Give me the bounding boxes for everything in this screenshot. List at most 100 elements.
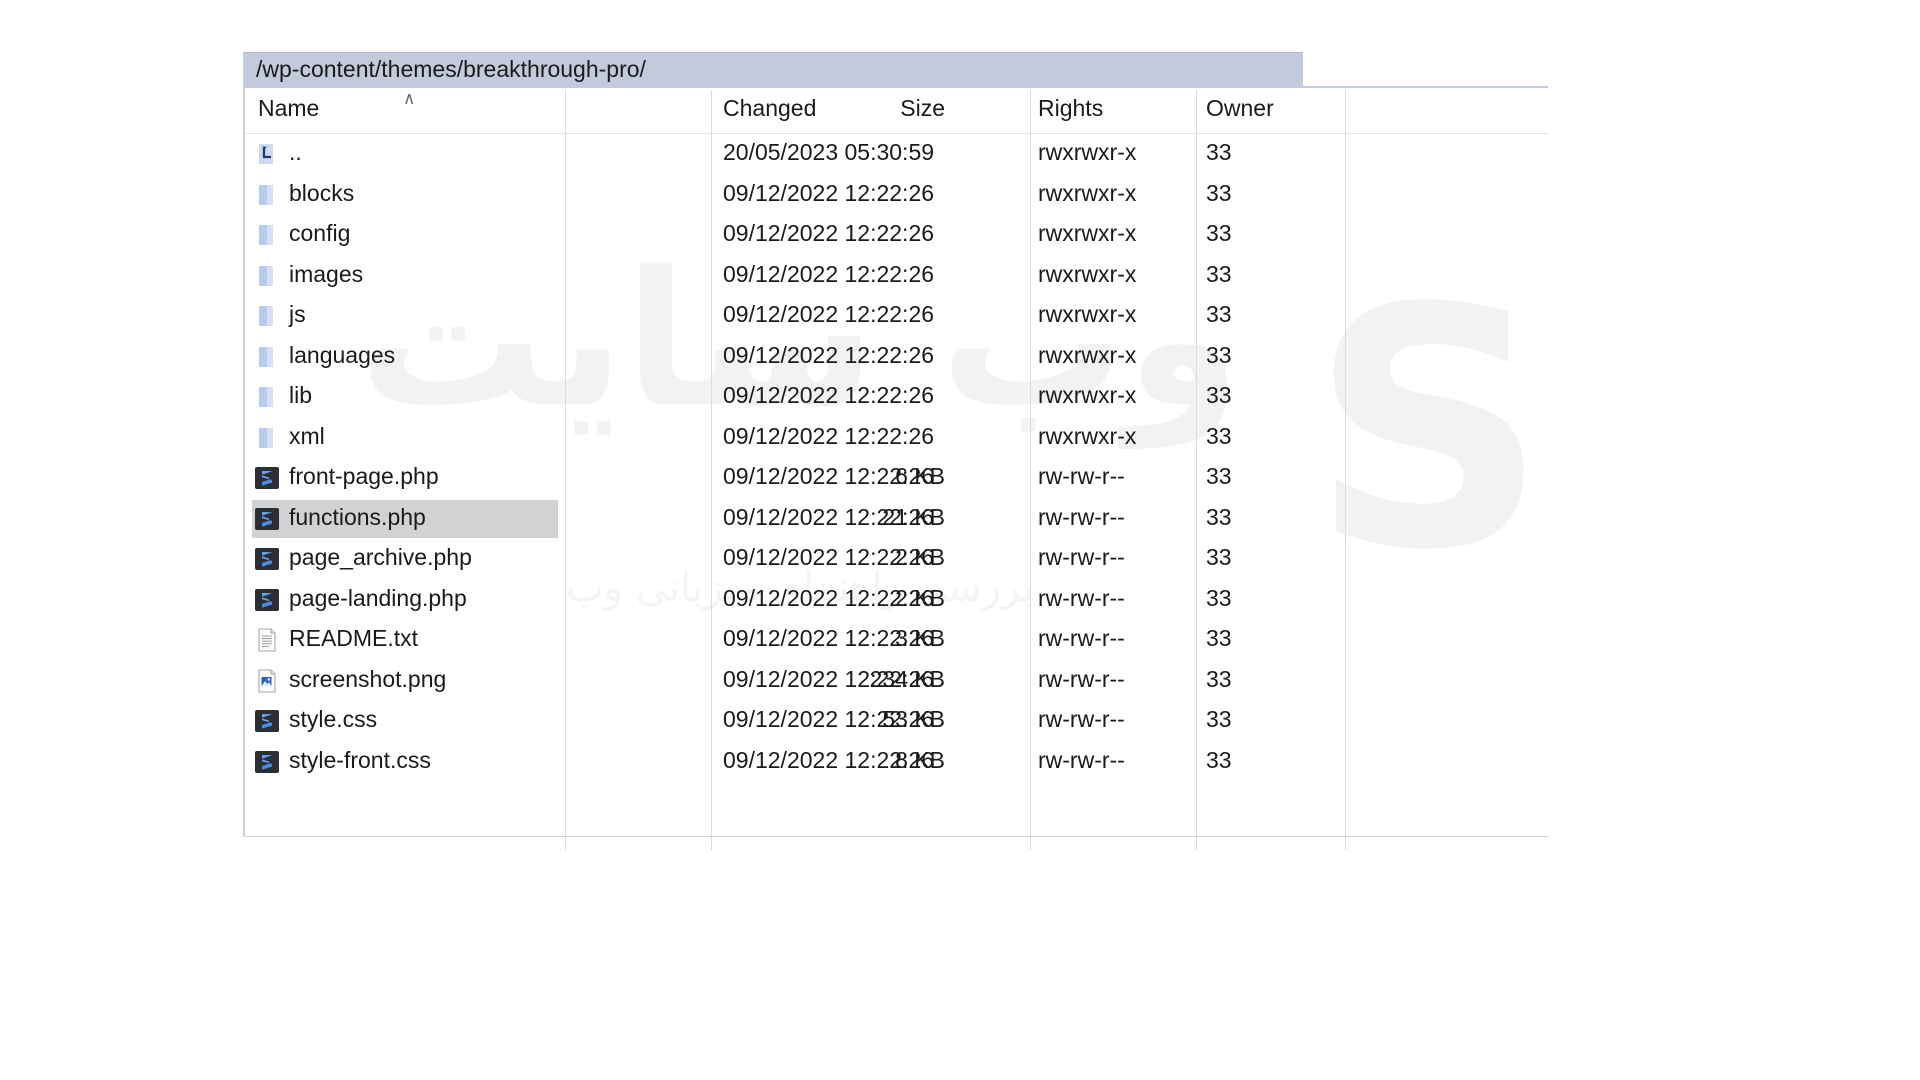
- file-name-cell[interactable]: languages: [289, 342, 395, 369]
- file-rights-cell: rwxrwxr-x: [1038, 260, 1137, 287]
- file-owner-cell: 33: [1206, 179, 1232, 206]
- file-row[interactable]: functions.php 21 KB 09/12/2022 12:22:26 rw-…: [243, 499, 1548, 540]
- file-name-cell[interactable]: ..: [289, 139, 302, 166]
- sublime-file-icon: [254, 465, 280, 491]
- file-owner-cell: 33: [1206, 544, 1232, 570]
- file-owner-cell: 33: [1206, 382, 1232, 408]
- file-changed-cell: 09/12/2022 12:22:26: [723, 463, 935, 489]
- folder-icon: [254, 384, 280, 410]
- image-file-icon: [254, 668, 280, 694]
- folder-icon: [254, 303, 280, 329]
- file-name-cell[interactable]: js: [289, 301, 306, 328]
- file-changed-cell: 09/12/2022 12:22:26: [723, 746, 935, 773]
- text-file-icon: [254, 627, 280, 653]
- file-name-cell[interactable]: style-front.css: [289, 747, 431, 774]
- file-name-cell[interactable]: front-page.php: [289, 463, 439, 490]
- file-changed-cell: 09/12/2022 12:22:26: [723, 382, 935, 408]
- file-changed-cell: 09/12/2022 12:22:26: [723, 220, 935, 246]
- sublime-file-icon: [254, 546, 280, 572]
- file-rights-cell: rwxrwxr-x: [1038, 341, 1137, 368]
- file-row[interactable]: images 09/12/2022 12:22:26 rwxrwxr-x 33: [243, 256, 1548, 297]
- file-row[interactable]: blocks 09/12/2022 12:22:26 rwxrwxr-x 33: [243, 175, 1548, 216]
- file-name-cell[interactable]: xml: [289, 423, 325, 450]
- file-rights-cell: rw-rw-r--: [1038, 625, 1125, 651]
- file-changed-cell: 20/05/2023 05:30:59: [723, 139, 935, 165]
- file-row[interactable]: xml 09/12/2022 12:22:26 rwxrwxr-x 33: [243, 418, 1548, 459]
- file-changed-cell: 09/12/2022 12:22:26: [723, 706, 935, 732]
- file-changed-cell: 09/12/2022 12:22:26: [723, 503, 935, 530]
- file-row[interactable]: style-front.css 8 KB 09/12/2022 12:22:26 rw…: [243, 742, 1548, 783]
- sublime-file-icon: [254, 587, 280, 613]
- file-row[interactable]: page-landing.php 2 KB 09/12/2022 12:22:26 r…: [243, 580, 1548, 621]
- column-header-row: Name ∧ Size Changed Rights Owner: [243, 88, 1548, 134]
- column-header-rights[interactable]: Rights: [1038, 95, 1103, 122]
- file-rights-cell: rw-rw-r--: [1038, 503, 1125, 530]
- sublime-file-icon: [254, 506, 280, 532]
- file-rights-cell: rwxrwxr-x: [1038, 179, 1137, 206]
- file-owner-cell: 33: [1206, 746, 1232, 773]
- column-header-changed[interactable]: Changed: [723, 95, 816, 122]
- file-rights-cell: rwxrwxr-x: [1038, 301, 1137, 327]
- file-name-cell[interactable]: page_archive.php: [289, 544, 472, 571]
- folder-icon: [254, 222, 280, 248]
- file-rights-cell: rw-rw-r--: [1038, 544, 1125, 570]
- file-changed-cell: 09/12/2022 12:22:26: [723, 260, 935, 287]
- file-changed-cell: 09/12/2022 12:22:26: [723, 544, 935, 570]
- file-name-cell[interactable]: config: [289, 220, 350, 247]
- file-changed-cell: 09/12/2022 12:22:26: [723, 625, 935, 651]
- file-owner-cell: 33: [1206, 422, 1232, 449]
- folder-icon: [254, 344, 280, 370]
- file-row[interactable]: page_archive.php 2 KB 09/12/2022 12:22:26 r…: [243, 539, 1548, 580]
- file-rights-cell: rw-rw-r--: [1038, 463, 1125, 489]
- file-owner-cell: 33: [1206, 341, 1232, 368]
- file-name-cell[interactable]: page-landing.php: [289, 585, 467, 612]
- file-row[interactable]: front-page.php 6 KB 09/12/2022 12:22:26 rw-…: [243, 458, 1548, 499]
- file-rights-cell: rwxrwxr-x: [1038, 139, 1137, 165]
- sublime-file-icon: [254, 749, 280, 775]
- column-header-owner[interactable]: Owner: [1206, 95, 1274, 122]
- file-row[interactable]: lib 09/12/2022 12:22:26 rwxrwxr-x 33: [243, 377, 1548, 418]
- column-header-size[interactable]: Size: [843, 95, 945, 122]
- file-manager-screenshot: وب سایت بررسی راهنمای میزبانی وب S /wp-c…: [0, 0, 1920, 1080]
- parent-folder-icon: [254, 141, 280, 167]
- file-listing-panel: /wp-content/themes/breakthrough-pro/ Nam…: [243, 52, 1548, 850]
- column-header-name[interactable]: Name: [258, 95, 319, 122]
- file-owner-cell: 33: [1206, 503, 1232, 530]
- file-row[interactable]: screenshot.png 234 KB 09/12/2022 12:22:26 r…: [243, 661, 1548, 702]
- sort-ascending-caret-icon[interactable]: ∧: [403, 90, 421, 107]
- file-owner-cell: 33: [1206, 706, 1232, 732]
- file-rights-cell: rw-rw-r--: [1038, 665, 1125, 692]
- folder-icon: [254, 263, 280, 289]
- file-changed-cell: 09/12/2022 12:22:26: [723, 179, 935, 206]
- file-name-cell[interactable]: blocks: [289, 180, 354, 207]
- file-owner-cell: 33: [1206, 301, 1232, 327]
- file-name-cell[interactable]: style.css: [289, 706, 377, 733]
- file-row[interactable]: .. 20/05/2023 05:30:59 rwxrwxr-x 33: [243, 134, 1548, 175]
- path-bar[interactable]: /wp-content/themes/breakthrough-pro/: [243, 52, 1303, 86]
- file-row[interactable]: style.css 53 KB 09/12/2022 12:22:26 rw-rw-r…: [243, 701, 1548, 742]
- file-row[interactable]: languages 09/12/2022 12:22:26 rwxrwxr-x 33: [243, 337, 1548, 378]
- file-owner-cell: 33: [1206, 220, 1232, 246]
- file-row[interactable]: config 09/12/2022 12:22:26 rwxrwxr-x 33: [243, 215, 1548, 256]
- file-list[interactable]: .. 20/05/2023 05:30:59 rwxrwxr-x 33 blocks 09…: [243, 134, 1548, 837]
- file-name-cell[interactable]: screenshot.png: [289, 666, 446, 693]
- file-owner-cell: 33: [1206, 665, 1232, 692]
- file-name-cell[interactable]: lib: [289, 382, 312, 409]
- file-rights-cell: rwxrwxr-x: [1038, 422, 1137, 449]
- file-changed-cell: 09/12/2022 12:22:26: [723, 341, 935, 368]
- file-owner-cell: 33: [1206, 625, 1232, 651]
- file-row[interactable]: js 09/12/2022 12:22:26 rwxrwxr-x 33: [243, 296, 1548, 337]
- file-owner-cell: 33: [1206, 584, 1232, 611]
- file-changed-cell: 09/12/2022 12:22:26: [723, 665, 935, 692]
- file-rights-cell: rw-rw-r--: [1038, 706, 1125, 732]
- current-path-text: /wp-content/themes/breakthrough-pro/: [256, 56, 646, 82]
- file-rights-cell: rwxrwxr-x: [1038, 220, 1137, 246]
- file-name-cell[interactable]: functions.php: [289, 504, 426, 531]
- file-name-cell[interactable]: README.txt: [289, 625, 418, 652]
- file-changed-cell: 09/12/2022 12:22:26: [723, 422, 935, 449]
- file-row[interactable]: README.txt 3 KB 09/12/2022 12:22:26 rw-rw-r…: [243, 620, 1548, 661]
- file-owner-cell: 33: [1206, 260, 1232, 287]
- folder-icon: [254, 182, 280, 208]
- file-owner-cell: 33: [1206, 463, 1232, 489]
- file-name-cell[interactable]: images: [289, 261, 363, 288]
